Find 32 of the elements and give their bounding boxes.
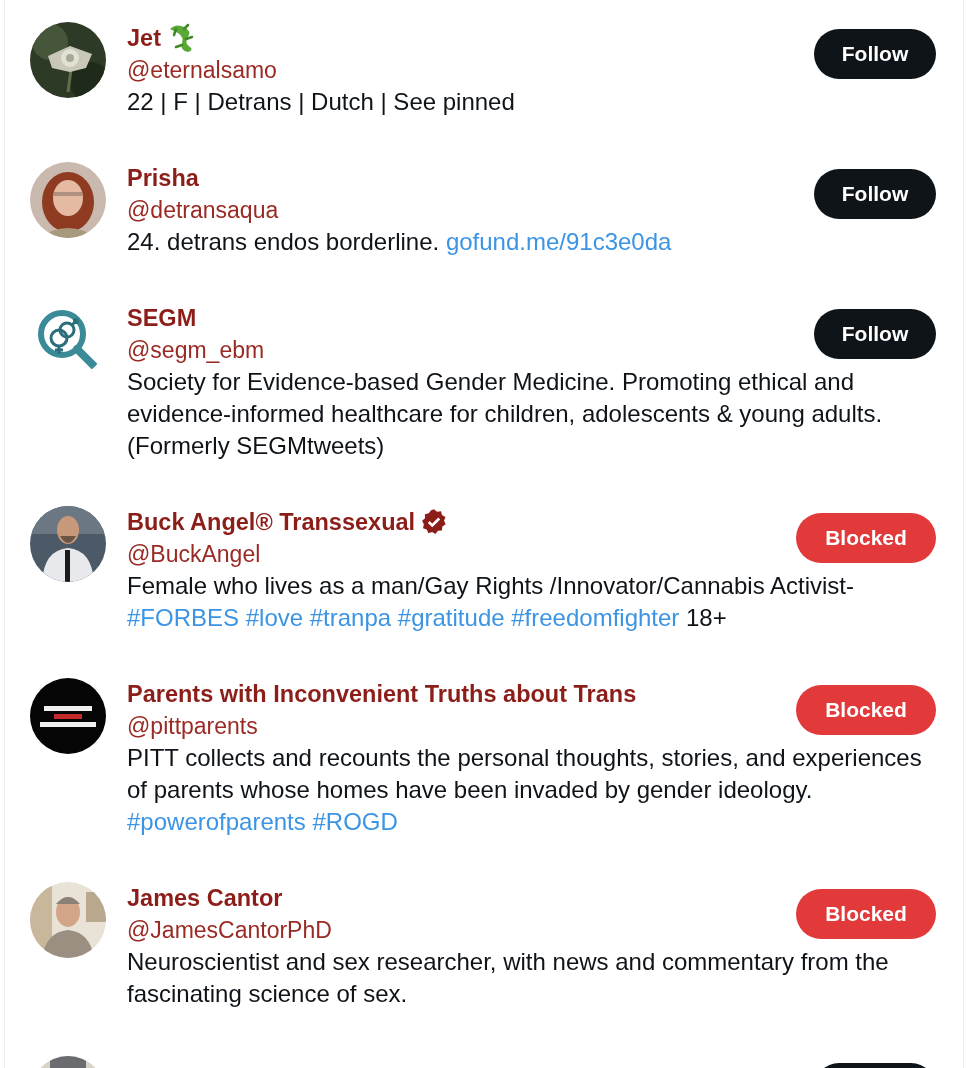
account-handle: @eternalsamo — [127, 56, 277, 85]
blocked-button[interactable]: Blocked — [796, 685, 936, 735]
bio-link[interactable]: gofund.me/91c3e0da — [445, 228, 672, 255]
account-handle: @pittparents — [127, 712, 259, 741]
bio-text: Female who lives as a man/Gay Rights /Innovator/Cannabis Activist- #FORBES #love #tranpa #gratitude #freedomfighter 18+ — [127, 571, 855, 633]
follow-button[interactable]: Follow — [814, 29, 936, 79]
bio-text: Society for Evidence-based Gender Medicine. Promoting ethical and evidence-informed healthcare for children, adolescents & young adults. (Formerly SEGMtweets) — [127, 367, 884, 461]
bio-text: Neuroscientist and sex researcher, with news and commentary from the fascinating science of sex. — [127, 947, 890, 1009]
blocked-button[interactable]: Blocked — [796, 513, 936, 563]
account-name[interactable]: Prisha — [127, 162, 199, 194]
bio-link[interactable]: #FORBES — [127, 604, 240, 631]
account-handle: @segm_ebm — [127, 336, 265, 365]
bio-link[interactable]: #tranpa — [309, 604, 392, 631]
account-name[interactable]: Buck Angel® Transsexual — [127, 506, 416, 538]
blocked-button[interactable]: Blocked — [796, 889, 936, 939]
account-handle: @detransaqua — [127, 196, 279, 225]
account-name[interactable]: James Cantor — [127, 882, 283, 914]
follow-button[interactable]: Follow — [814, 309, 936, 359]
account-name[interactable]: Jet — [127, 22, 161, 54]
account-handle: @JamesCantorPhD — [127, 916, 332, 945]
bio-link[interactable]: #freedomfighter — [511, 604, 680, 631]
bio-link[interactable]: #love — [245, 604, 304, 631]
account-name[interactable]: Parents with Inconvenient Truths about Trans — [127, 678, 637, 710]
bio-link[interactable]: #powerofparents — [127, 808, 306, 835]
account-name[interactable]: SEGM — [127, 302, 197, 334]
bio-link[interactable]: #gratitude — [397, 604, 505, 631]
bio-text: PITT collects and recounts the personal thoughts, stories, and experiences of parents whose homes have been invaded by gender ideology. #powerofparents #ROGD — [127, 743, 923, 837]
bio-link[interactable]: #ROGD — [312, 808, 398, 835]
bio-text: 22 | F | Detrans | Dutch | See pinned — [127, 87, 516, 117]
follow-button[interactable]: Follow — [814, 169, 936, 219]
bio-text: 24. detrans endos borderline. gofund.me/91c3e0da — [127, 227, 673, 257]
account-handle: @BuckAngel — [127, 540, 262, 569]
